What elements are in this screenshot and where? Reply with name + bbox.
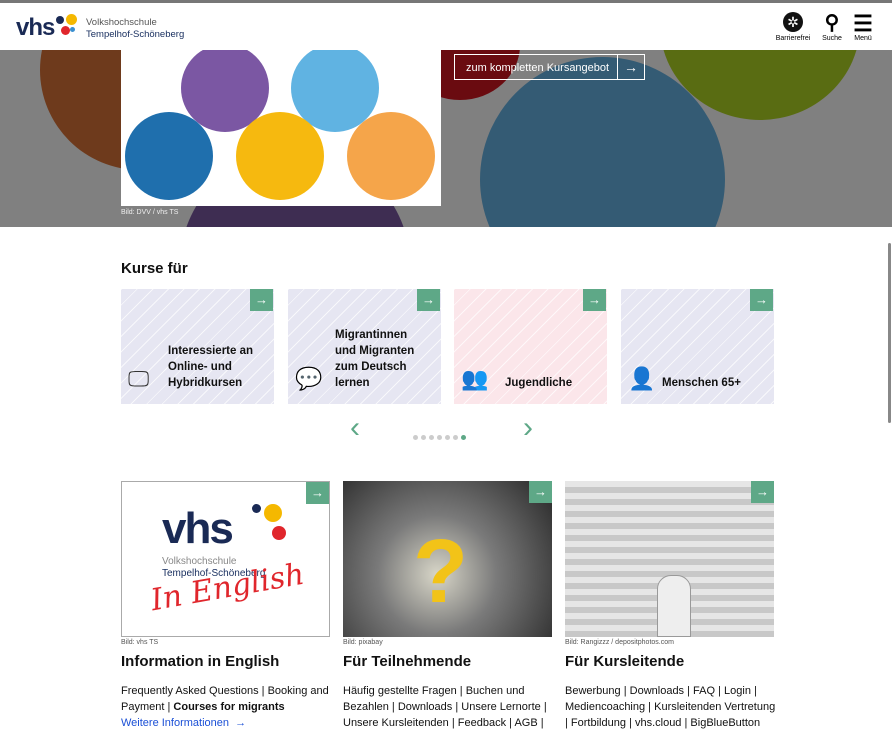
- carousel-dot-active[interactable]: [461, 435, 466, 440]
- link[interactable]: Downloads: [630, 685, 684, 697]
- accessibility-icon: ✲: [783, 12, 803, 32]
- link[interactable]: AGB: [514, 717, 537, 729]
- logo[interactable]: vhs: [16, 14, 77, 42]
- teaser-image-english[interactable]: vhs Volkshochschule Tempelhof-Schöneberg …: [121, 481, 330, 637]
- teaser-image-instructors[interactable]: →: [565, 481, 774, 637]
- arrow-right-icon: →: [750, 289, 773, 311]
- carousel-prev-button[interactable]: ‹: [350, 411, 360, 445]
- org-name: Volkshochschule Tempelhof-Schöneberg: [86, 17, 185, 40]
- teaser-title: Für Teilnehmende: [343, 653, 472, 670]
- carousel-dot[interactable]: [437, 435, 442, 440]
- accessibility-button[interactable]: ✲ Barrierefrei: [773, 12, 813, 42]
- menu-button[interactable]: ☰ Menü: [843, 12, 883, 42]
- image-caption: Bild: Rangizzz / depositphotos.com: [565, 639, 674, 646]
- link[interactable]: Unsere Kursleitenden: [343, 717, 449, 729]
- monitor-icon: 🖵: [128, 366, 150, 391]
- link[interactable]: FAQ: [693, 685, 715, 697]
- course-offer-button[interactable]: zum kompletten Kursangebot →: [454, 54, 645, 80]
- arrow-right-icon: →: [617, 55, 644, 79]
- link[interactable]: Bewerbung: [565, 685, 621, 697]
- teaser-title: Für Kursleitende: [565, 653, 685, 670]
- site-header: vhs Volkshochschule Tempelhof-Schöneberg …: [0, 6, 892, 50]
- person-icon: 👤: [628, 366, 656, 391]
- teaser-links-participants: Häufig gestellte Fragen | Buchen und Bez…: [343, 685, 547, 729]
- link[interactable]: vhs.cloud: [635, 717, 681, 729]
- course-card-migrants[interactable]: → 💬 Migrantinnen und Migranten zum Deutsch…: [288, 289, 441, 404]
- carousel-next-button[interactable]: ›: [523, 411, 533, 445]
- arrow-right-icon: →: [306, 482, 329, 504]
- scrollbar[interactable]: [888, 243, 891, 423]
- arrow-right-icon: →: [529, 481, 552, 503]
- carousel-dot[interactable]: [421, 435, 426, 440]
- link[interactable]: Unsere Lernorte: [461, 701, 541, 713]
- hero-image: [121, 50, 441, 206]
- teaser-image-participants[interactable]: ? →: [343, 481, 552, 637]
- link[interactable]: Kursleitenden Vertretung: [654, 701, 775, 713]
- arrow-right-icon: →: [250, 289, 273, 311]
- arrow-right-icon: →: [751, 481, 774, 503]
- arrow-right-icon: →: [583, 289, 606, 311]
- courses-heading: Kurse für: [121, 260, 188, 277]
- carousel-dot[interactable]: [413, 435, 418, 440]
- teaser-title: Information in English: [121, 653, 280, 670]
- image-caption: Bild: pixabay: [343, 639, 383, 646]
- carousel-dot[interactable]: [445, 435, 450, 440]
- teaser-links-english: Frequently Asked Questions | Booking and…: [121, 685, 329, 729]
- carousel-dot[interactable]: [453, 435, 458, 440]
- link[interactable]: Frequently Asked Questions: [121, 685, 259, 697]
- link[interactable]: Courses for migrants: [173, 701, 284, 713]
- question-mark-image: ?: [413, 522, 468, 622]
- link[interactable]: Login: [724, 685, 751, 697]
- teaser-links-instructors: Bewerbung | Downloads | FAQ | Login | Me…: [565, 685, 776, 729]
- link[interactable]: Fortbildung: [571, 717, 626, 729]
- more-info-link[interactable]: Weitere Informationen →: [121, 717, 246, 729]
- image-caption: Bild: vhs TS: [121, 639, 159, 646]
- arrow-right-icon: →: [417, 289, 440, 311]
- course-card-youth[interactable]: → 👥 Jugendliche: [454, 289, 607, 404]
- carousel-dot[interactable]: [429, 435, 434, 440]
- link[interactable]: BigBlueButton: [690, 717, 760, 729]
- course-card-online[interactable]: → 🖵 Interessierte an Online- und Hybridkur…: [121, 289, 274, 404]
- group-icon: 👥: [461, 366, 489, 391]
- link[interactable]: Feedback: [458, 717, 506, 729]
- hero-image-caption: Bild: DVV / vhs TS: [121, 209, 179, 216]
- link[interactable]: Downloads: [398, 701, 452, 713]
- link[interactable]: Häufig gestellte Fragen: [343, 685, 457, 697]
- carousel-dots: [413, 427, 469, 445]
- course-card-seniors[interactable]: → 👤 Menschen 65+: [621, 289, 774, 404]
- chat-icon: 💬: [295, 366, 323, 391]
- link[interactable]: Mediencoaching: [565, 701, 645, 713]
- menu-icon: ☰: [853, 11, 873, 36]
